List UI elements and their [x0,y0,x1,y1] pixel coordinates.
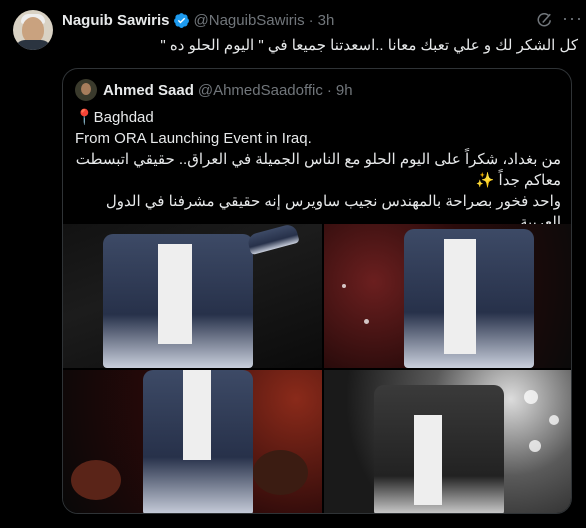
photo-3[interactable] [63,370,322,513]
separator-dot: · [326,82,332,99]
quoted-author-avatar[interactable] [75,79,97,101]
photo-1[interactable] [63,224,322,368]
grok-icon[interactable] [536,12,554,30]
photo-grid [63,224,571,513]
author-avatar[interactable] [13,10,53,50]
quoted-tweet[interactable]: Ahmed Saad @AhmedSaadoffic · 9h 📍Baghdad… [62,68,572,514]
arabic-line-2: معاكم جداً ✨ [475,172,561,189]
author-handle[interactable]: @NaguibSawiris [194,12,305,29]
author-name[interactable]: Naguib Sawiris [62,12,170,29]
separator-dot: · [308,12,314,29]
more-options-icon[interactable]: ··· [562,8,583,29]
tweet-time[interactable]: 3h [318,12,335,29]
photo-2[interactable] [324,224,571,368]
tweet-text: كل الشكر لك و علي تعبك معانا ..اسعدتنا ج… [160,37,578,54]
tweet-header: Naguib Sawiris @NaguibSawiris · 3h [62,12,334,29]
quoted-tweet-time[interactable]: 9h [336,82,353,99]
english-line: From ORA Launching Event in Iraq. [75,130,312,147]
quoted-author-handle[interactable]: @AhmedSaadoffic [198,82,323,99]
quoted-tweet-text: 📍Baghdad From ORA Launching Event in Ira… [75,107,561,233]
verified-badge-icon [173,13,189,28]
quoted-author-name[interactable]: Ahmed Saad [103,82,194,99]
location-line: 📍Baghdad [75,109,154,126]
arabic-line-1: من بغداد، شكراً على اليوم الحلو مع الناس… [75,151,561,168]
photo-4[interactable] [324,370,571,513]
quoted-tweet-header: Ahmed Saad @AhmedSaadoffic · 9h [103,82,353,99]
